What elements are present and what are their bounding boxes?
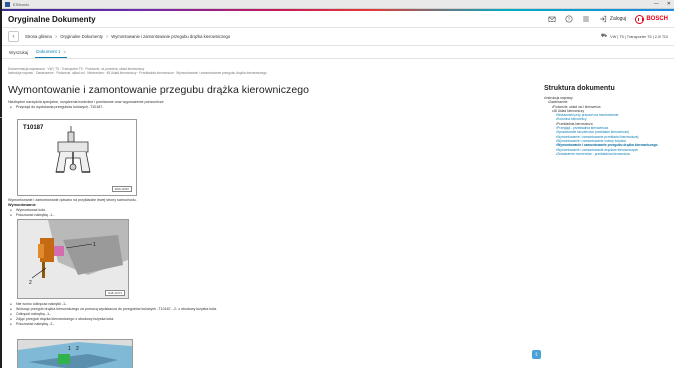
header-actions: ? Zaloguj BOSCH bbox=[548, 14, 668, 24]
tab-document-1[interactable]: Dokument 1 × bbox=[35, 49, 67, 58]
bosch-ring-icon bbox=[635, 14, 645, 24]
mail-icon[interactable] bbox=[548, 15, 556, 23]
breadcrumb-separator: > bbox=[54, 34, 58, 39]
help-icon[interactable]: ? bbox=[565, 15, 573, 23]
steering-joint-illustration: 1 2 bbox=[18, 220, 128, 298]
close-window-button[interactable]: ✕ bbox=[667, 1, 671, 7]
app-window: ESItronic — ✕ Oryginalne Dokumenty ? Zal… bbox=[2, 0, 674, 368]
tools-section: Niezbędne narzędzia specjalne, urządzeni… bbox=[8, 100, 528, 110]
vehicle-info[interactable]: ⛟ VW | T5 | Transporter T5 | 2,0l TDI bbox=[601, 33, 668, 40]
figure-code: W00-11597 bbox=[111, 186, 132, 192]
svg-text:?: ? bbox=[568, 17, 571, 22]
figure-code: N48-10174 bbox=[105, 290, 125, 296]
breadcrumb: Strona główna > Oryginalne Dokumenty > W… bbox=[25, 34, 230, 39]
structure-tree: Instrukcja naprawy Zawieszenie Podwozie,… bbox=[544, 96, 674, 156]
tree-item-current[interactable]: Wymontowanie i zamontowanie przegubu drą… bbox=[544, 143, 674, 147]
minimize-button[interactable]: — bbox=[654, 1, 659, 7]
tab-close-icon[interactable]: × bbox=[63, 49, 65, 54]
vehicle-label: VW | T5 | Transporter T5 | 2,0l TDI bbox=[610, 34, 668, 39]
scroll-top-button[interactable]: ⇧ bbox=[532, 350, 541, 359]
window-title: ESItronic bbox=[13, 1, 30, 7]
app-header: Oryginalne Dokumenty ? Zaloguj BOSCH bbox=[2, 11, 674, 28]
document-title: Wymontowanie i zamontowanie przegubu drą… bbox=[8, 84, 309, 97]
callout-1: 1 bbox=[93, 242, 96, 248]
breadcrumb-bar: ‹ Strona główna > Oryginalne Dokumenty >… bbox=[2, 28, 674, 46]
car-icon: ⛟ bbox=[600, 33, 608, 39]
bosch-logo: BOSCH bbox=[635, 14, 668, 24]
tool-figure[interactable]: T10187 W00-11597 bbox=[17, 119, 137, 196]
tab-bar: Wyszukaj Dokument 1 × bbox=[2, 46, 674, 59]
structure-title: Struktura dokumentu bbox=[544, 85, 615, 92]
window-controls: — ✕ bbox=[654, 1, 671, 7]
tool-bullet: Przyrząd do wyciskania przegubów kulowyc… bbox=[8, 105, 528, 110]
login-label: Zaloguj bbox=[609, 16, 627, 22]
login-button[interactable]: Zaloguj bbox=[599, 15, 626, 23]
document-meta-line: Instrukcje napraw · Zawieszenie · Podwoz… bbox=[8, 71, 267, 76]
nut-figure[interactable]: 1 2 bbox=[17, 339, 133, 368]
tool-figure-label: T10187 bbox=[23, 125, 44, 131]
ball-joint-puller-illustration bbox=[55, 126, 91, 173]
app-title: Oryginalne Dokumenty bbox=[8, 14, 96, 24]
menu-icon[interactable] bbox=[582, 15, 590, 23]
nut-illustration: 1 2 bbox=[18, 340, 132, 368]
tree-link[interactable]: Zestawienie momentów - przekładnia kiero… bbox=[544, 152, 674, 156]
removal-step: Poluzować nakrętkę -1-. bbox=[8, 213, 528, 218]
login-icon bbox=[599, 15, 607, 23]
procedure-step: Poluzować nakrętkę -2-. bbox=[8, 322, 528, 327]
document-structure-panel: Struktura dokumentu Instrukcja naprawy Z… bbox=[544, 85, 674, 156]
breadcrumb-item-home[interactable]: Strona główna bbox=[25, 34, 52, 39]
removal-section: Wymontowanie i zamontowanie opisano na p… bbox=[8, 198, 528, 218]
content-area: Dokumentacja naprawcza · VW | T5 · Trans… bbox=[2, 60, 674, 368]
breadcrumb-item-current: Wymontowanie i zamontowanie przegubu drą… bbox=[111, 34, 231, 39]
callout-1: 1 bbox=[68, 346, 71, 352]
breadcrumb-separator: > bbox=[105, 34, 109, 39]
tab-search[interactable]: Wyszukaj bbox=[8, 50, 29, 58]
callout-2: 2 bbox=[76, 346, 79, 352]
tab-document-label: Dokument 1 bbox=[36, 49, 61, 54]
callout-2: 2 bbox=[29, 280, 32, 286]
document-body: Dokumentacja naprawcza · VW | T5 · Trans… bbox=[8, 67, 528, 368]
window-titlebar: ESItronic — ✕ bbox=[2, 0, 674, 9]
app-icon bbox=[5, 1, 10, 7]
back-button[interactable]: ‹ bbox=[8, 31, 19, 42]
steering-joint-figure[interactable]: 1 2 N48-10174 bbox=[17, 219, 129, 299]
brand-name: BOSCH bbox=[646, 16, 668, 22]
procedure-steps: Nie wolno odkręcać nakrętki -1-. Wcisnąć… bbox=[8, 302, 528, 328]
breadcrumb-item-documents[interactable]: Oryginalne Dokumenty bbox=[60, 34, 103, 39]
